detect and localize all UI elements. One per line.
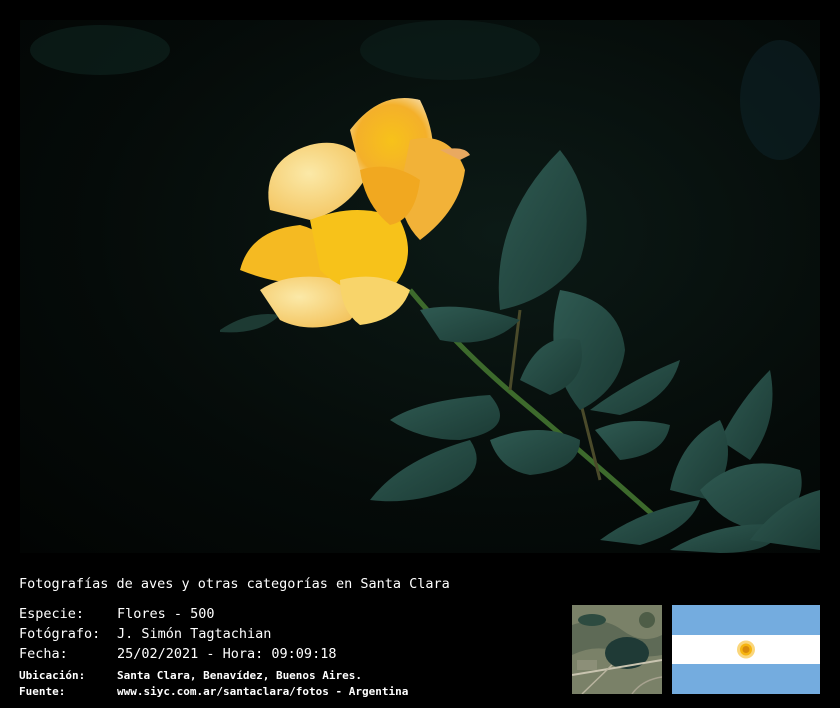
date-label: Fecha:: [19, 646, 68, 662]
photographer-label: Fotógrafo:: [19, 626, 101, 642]
location-row: Ubicación: Santa Clara, Benavídez, Buenos…: [19, 669, 362, 682]
map-icon: [572, 605, 662, 694]
species-row: Especie: Flores - 500: [19, 606, 215, 622]
source-value: www.siyc.com.ar/santaclara/fotos - Argen…: [117, 685, 409, 698]
sun-of-may-icon: [737, 640, 755, 659]
caption-title: Fotografías de aves y otras categorías e…: [19, 576, 450, 592]
argentina-flag-icon: [672, 605, 820, 694]
species-value: Flores - 500: [117, 606, 215, 622]
location-label: Ubicación:: [19, 669, 86, 682]
photographer-value: J. Simón Tagtachian: [117, 626, 272, 642]
satellite-map-thumbnail: [572, 605, 662, 694]
rose-illustration: [30, 20, 820, 553]
flower-photo: [20, 20, 820, 553]
source-label: Fuente:: [19, 685, 66, 698]
yellow-rose-icon: [240, 98, 470, 328]
source-row: Fuente: www.siyc.com.ar/santaclara/fotos …: [19, 685, 408, 698]
species-label: Especie:: [19, 606, 85, 622]
photographer-row: Fotógrafo: J. Simón Tagtachian: [19, 626, 271, 642]
date-row: Fecha: 25/02/2021 - Hora: 09:09:18: [19, 646, 336, 662]
location-value: Santa Clara, Benavídez, Buenos Aires.: [117, 669, 363, 682]
date-value: 25/02/2021 - Hora: 09:09:18: [117, 646, 337, 662]
